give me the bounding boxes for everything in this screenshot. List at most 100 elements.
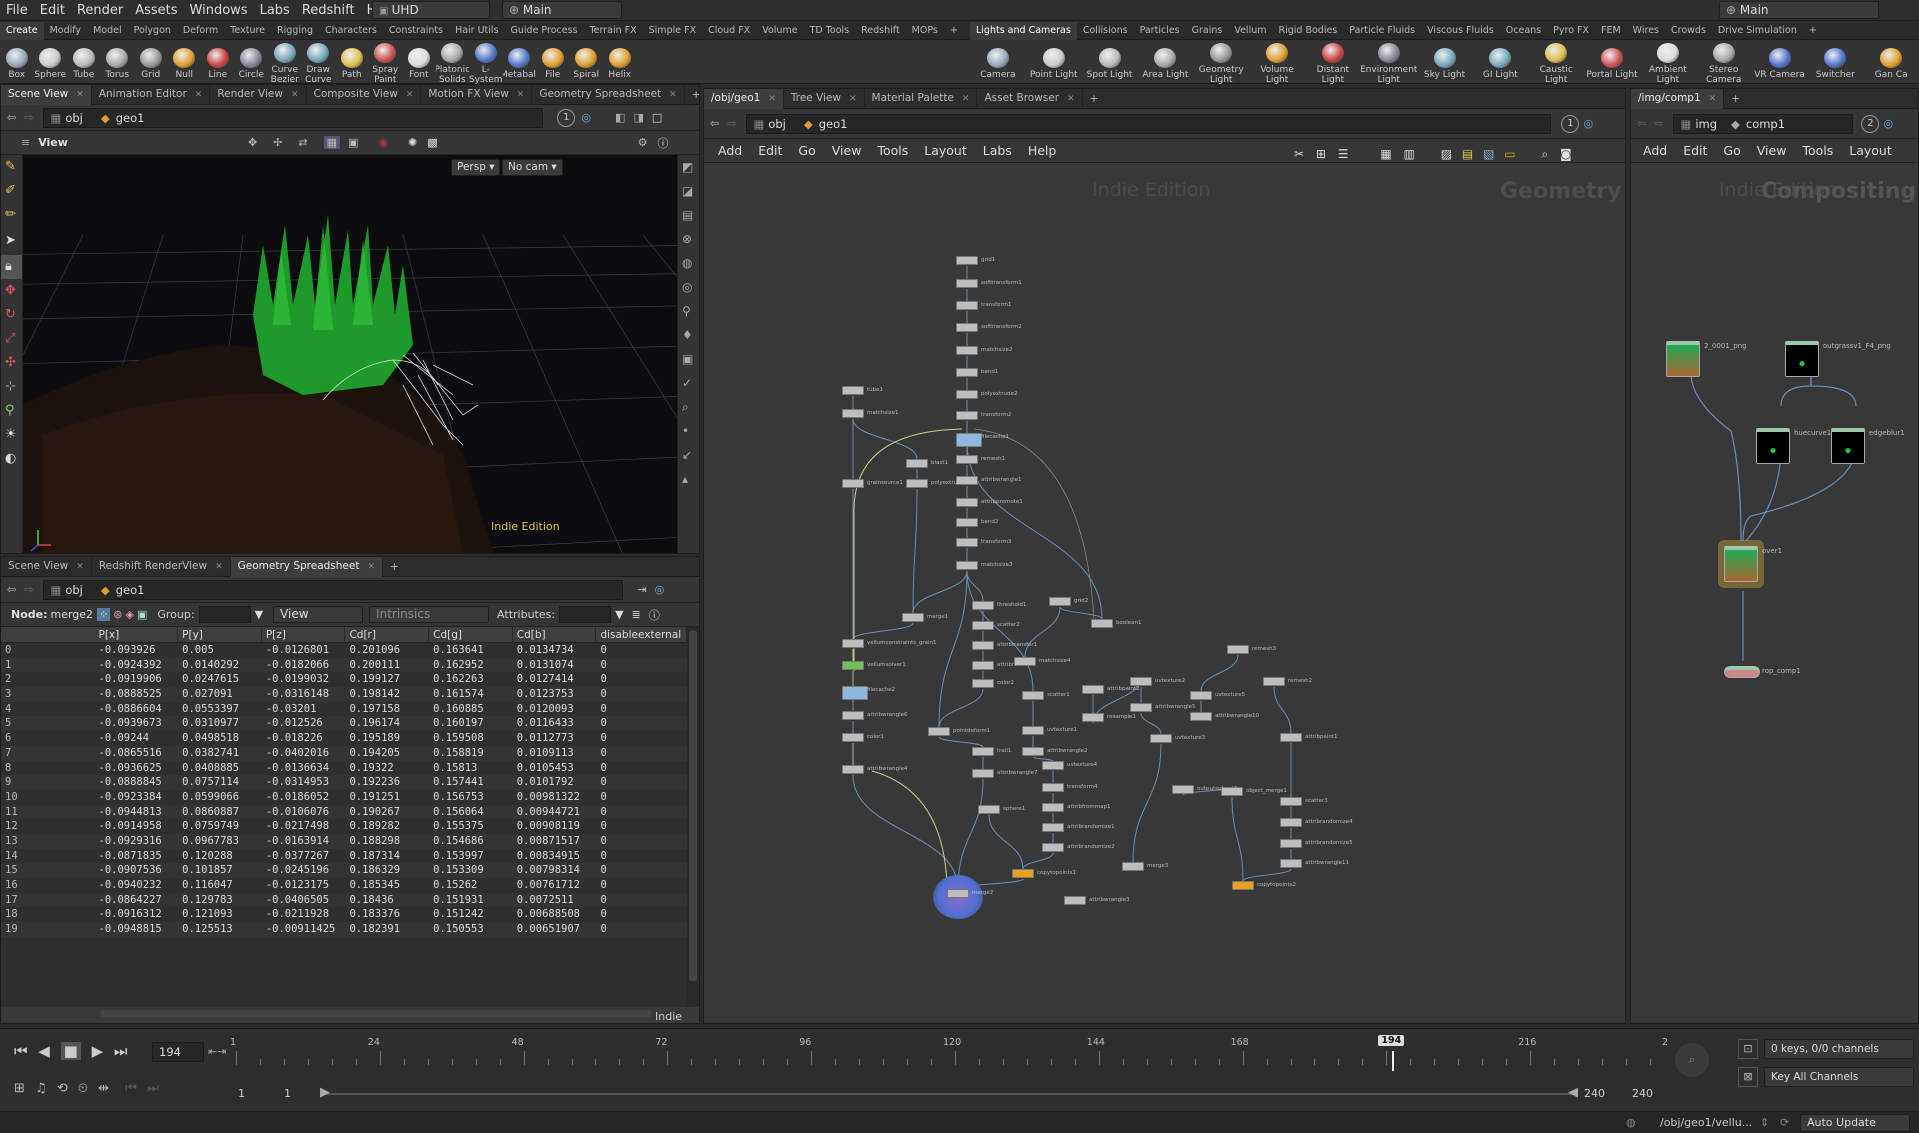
shelf-tab-particles[interactable]: Particles	[1134, 22, 1186, 40]
pin-badge[interactable]: 2	[1861, 114, 1880, 133]
menu-add[interactable]: Add	[718, 143, 742, 158]
table-row[interactable]: 2 -0.0919906 0.0247615 -0.0199032 0.199127 0.…	[1, 672, 687, 688]
frame-step-icon[interactable]: ⇤⇥	[208, 1045, 226, 1058]
column-header[interactable]: Cd[r]	[345, 626, 430, 643]
refresh-icon[interactable]: ⟳	[1780, 1116, 1789, 1129]
range-end-handle[interactable]: ◀	[1568, 1085, 1578, 1100]
network-node-matchsize1[interactable]	[842, 409, 864, 418]
display-options-icon[interactable]: ▩	[427, 136, 437, 149]
column-header[interactable]: P[y]	[178, 626, 262, 643]
maximize-icon[interactable]: □	[652, 111, 662, 124]
network-node-vellumsolver1[interactable]	[842, 661, 864, 670]
menu-tools[interactable]: Tools	[877, 143, 908, 158]
play-icon[interactable]: ▶	[92, 1042, 104, 1060]
shelf-tab-create[interactable]: Create	[0, 21, 44, 40]
range-end2[interactable]: 240	[1632, 1087, 1653, 1100]
brush-tool-icon[interactable]: ✏	[1, 203, 22, 227]
intrinsics-dropdown[interactable]: Intrinsics	[369, 606, 490, 623]
network-node-uvtexture3[interactable]	[1150, 734, 1172, 743]
network-node-softtransform1[interactable]	[956, 279, 978, 288]
range-slider-track[interactable]	[324, 1093, 1574, 1095]
key-all-dropdown[interactable]: Key All Channels	[1764, 1067, 1914, 1087]
search-icon[interactable]: ⌕	[1541, 147, 1548, 161]
sheet-hscrollbar[interactable]	[101, 1010, 651, 1017]
table-row[interactable]: 6 -0.09244 0.0498518 -0.018226 0.195189 0.159…	[1, 731, 687, 746]
shelf-tool-tube[interactable]: Tube	[67, 45, 101, 80]
shelf-tool-geometry-light[interactable]: Geometry Light	[1193, 40, 1249, 84]
jump-start-icon[interactable]: ⏮	[14, 1042, 28, 1060]
close-icon[interactable]: ✕	[406, 90, 414, 100]
column-header[interactable]: Cd[b]	[513, 626, 597, 643]
jump-end-icon[interactable]: ⏭	[114, 1042, 128, 1060]
network-node-sphere1[interactable]	[978, 805, 1000, 814]
network-node-uvtexture1[interactable]	[1022, 726, 1044, 735]
shelf-tool-curve-bezier[interactable]: Curve Bezier	[268, 40, 302, 84]
tab-animation-editor[interactable]: Animation Editor ✕	[92, 85, 211, 105]
shelf-tool-switcher[interactable]: Switcher	[1807, 45, 1863, 80]
sheet-path-field[interactable]: ▦ obj ◆ geo1	[43, 579, 624, 600]
table-row[interactable]: 7 -0.0865516 0.0382741 -0.0402016 0.194205 0.…	[1, 745, 687, 761]
back-arrow-icon[interactable]: ⇦	[7, 583, 16, 596]
shelf-tool-caustic-light[interactable]: Caustic Light	[1528, 40, 1584, 84]
back-arrow-icon[interactable]: ⇦	[7, 111, 16, 124]
attributes-field[interactable]	[559, 606, 612, 623]
shelf-tool-vr-camera[interactable]: VR Camera	[1752, 45, 1808, 80]
timeline-ruler[interactable]: 1 24 48 72 96 120 144 168 194 216 2	[230, 1035, 1668, 1071]
network-node-scatter3[interactable]	[1280, 797, 1302, 806]
menu-go[interactable]: Go	[1723, 143, 1740, 158]
shelf-tool-platonic-solids[interactable]: Platonic Solids	[436, 40, 469, 84]
handle-icon[interactable]: ✥	[248, 136, 257, 149]
network-node-trail1[interactable]	[972, 747, 994, 756]
shelf-tab-viscous-fluids[interactable]: Viscous Fluids	[1421, 22, 1500, 40]
menu-edit[interactable]: Edit	[34, 0, 71, 21]
menu-icon[interactable]: ≡	[21, 136, 30, 149]
camera-settings-icon[interactable]: ✺	[408, 136, 417, 149]
shelf-tab-crowds[interactable]: Crowds	[1665, 22, 1712, 40]
menu-redshift[interactable]: Redshift	[296, 0, 361, 21]
tab-redshift-renderview[interactable]: Redshift RenderView ✕	[92, 557, 231, 577]
wire-icon[interactable]: ▦	[323, 136, 340, 149]
network-node-merge2[interactable]	[947, 889, 969, 898]
layers2-icon[interactable]: ◨	[633, 111, 643, 124]
forward-arrow-icon[interactable]: ⇨	[24, 111, 33, 124]
network-node-attribwrangle4[interactable]	[842, 765, 864, 774]
range-icon[interactable]: ⇹	[98, 1081, 109, 1096]
column-header[interactable]: P[z]	[262, 626, 346, 643]
network-node-tube1[interactable]	[842, 386, 864, 395]
shelf-tab-model[interactable]: Model	[87, 22, 128, 40]
shelf-tool-file[interactable]: File	[536, 45, 570, 80]
pointer-icon[interactable]: ➤	[1, 227, 22, 255]
menu-layout[interactable]: Layout	[924, 143, 967, 158]
table-row[interactable]: 11 -0.0944813 0.0860887 -0.0106076 0.190267 0…	[1, 804, 687, 820]
table-row[interactable]: 8 -0.0936625 0.0408885 -0.0136634 0.19322 0.1…	[1, 760, 687, 776]
shelf-tool-torus[interactable]: Torus	[101, 45, 135, 80]
table-row[interactable]: 18 -0.0916312 0.121093 -0.0211928 0.183376 0.…	[1, 907, 687, 923]
add-tab-icon[interactable]: +	[1803, 22, 1823, 40]
light-icon[interactable]: ⚲	[678, 299, 699, 323]
network-node-softtransform2[interactable]	[956, 323, 978, 332]
network-node-outputsubnet1[interactable]	[1172, 785, 1194, 794]
menu-layout[interactable]: Layout	[1849, 143, 1892, 158]
shelf-tab-hair-utils[interactable]: Hair Utils	[449, 22, 504, 40]
network-node-grid2[interactable]	[1049, 597, 1071, 606]
network-node-matchsize3[interactable]	[956, 561, 978, 570]
move-tool-icon[interactable]: ✥	[1, 279, 22, 303]
shelf-tab-simple-fx[interactable]: Simple FX	[643, 22, 702, 40]
network-node-grid1[interactable]	[956, 256, 978, 265]
tab-geometry-spreadsheet[interactable]: Geometry Spreadsheet ✕	[532, 85, 685, 105]
shelf-tab-polygon[interactable]: Polygon	[128, 22, 177, 40]
network-node-attribwrangle10[interactable]	[1190, 712, 1212, 721]
link-icon[interactable]: ◎	[655, 583, 665, 596]
context-dropdown[interactable]: ⊕ Main	[502, 1, 622, 19]
handle-tool-icon[interactable]: ⊹	[1, 375, 22, 399]
network-node-uvtexture2[interactable]	[1130, 677, 1152, 686]
guide-icon[interactable]: ✓	[678, 371, 699, 395]
shelf-tab-grains[interactable]: Grains	[1186, 22, 1229, 40]
network-node-color2[interactable]	[972, 679, 994, 688]
shelf-tool-camera[interactable]: Camera	[970, 45, 1026, 80]
shelf-tab-drive-simulation[interactable]: Drive Simulation	[1712, 22, 1803, 40]
bone-icon[interactable]: ↙	[678, 443, 699, 467]
shelf-tool-spray-paint[interactable]: Spray Paint	[369, 40, 403, 84]
network-node-pointdeform1[interactable]	[928, 727, 950, 736]
pin-icon[interactable]: ⇥	[637, 583, 646, 596]
